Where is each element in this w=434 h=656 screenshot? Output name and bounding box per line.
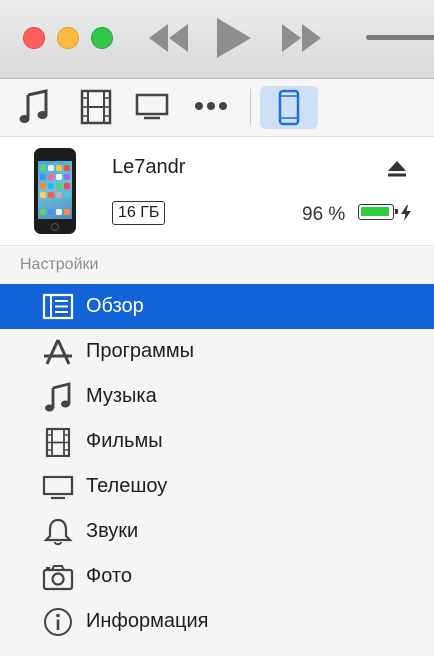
capacity-badge: 16 ГБ	[112, 201, 166, 225]
sidebar-item-label: Информация	[86, 610, 209, 632]
sidebar-item-summary[interactable]: Обзор	[0, 284, 434, 329]
device-summary-panel	[0, 137, 434, 246]
sidebar-item-label: Телешоу	[86, 475, 168, 497]
sidebar-item-label: Обзор	[86, 295, 144, 317]
sidebar-item-label: Звуки	[86, 520, 139, 542]
apps-icon	[42, 337, 74, 367]
device-image	[34, 148, 76, 234]
sidebar-item-label: Фото	[86, 565, 132, 587]
sidebar-item-label: Программы	[86, 340, 195, 362]
charging-bolt-icon	[400, 204, 412, 227]
summary-icon	[42, 292, 74, 322]
info-icon	[42, 607, 74, 637]
sidebar-item-info[interactable]: Информация	[0, 599, 434, 644]
settings-nav: Обзор Программы Музыка Фильмы Телешоу Зв…	[0, 284, 434, 644]
battery-icon	[358, 204, 398, 220]
toolbar-divider	[250, 89, 251, 125]
device-icon[interactable]	[260, 86, 318, 129]
sidebar-item-label: Музыка	[86, 385, 157, 407]
close-button[interactable]	[23, 27, 45, 49]
title-bar	[0, 0, 434, 79]
sidebar-item-tones[interactable]: Звуки	[0, 509, 434, 554]
eject-icon[interactable]	[387, 160, 407, 183]
film-icon	[42, 427, 74, 457]
sidebar-item-tv-shows[interactable]: Телешоу	[0, 464, 434, 509]
rewind-icon[interactable]	[146, 18, 190, 58]
play-icon[interactable]	[213, 16, 253, 60]
media-toolbar	[0, 79, 434, 137]
sidebar-item-music[interactable]: Музыка	[0, 374, 434, 419]
volume-slider[interactable]	[366, 35, 434, 40]
battery-level-fill	[361, 207, 389, 216]
camera-icon	[42, 562, 74, 592]
minimize-button[interactable]	[57, 27, 79, 49]
music-icon[interactable]	[18, 89, 52, 125]
settings-section-header: Настройки	[20, 256, 99, 273]
tv-icon[interactable]	[135, 93, 169, 121]
bell-icon	[42, 517, 74, 547]
battery-percentage: 96 %	[302, 204, 346, 225]
sidebar-item-movies[interactable]: Фильмы	[0, 419, 434, 464]
more-icon[interactable]	[193, 99, 229, 113]
fast-forward-icon[interactable]	[280, 18, 324, 58]
music-note-icon	[42, 382, 74, 412]
sidebar-item-label: Фильмы	[86, 430, 163, 452]
device-name: Le7andr	[112, 156, 186, 178]
sidebar-item-apps[interactable]: Программы	[0, 329, 434, 374]
tv-shows-icon	[42, 472, 74, 502]
movies-icon[interactable]	[80, 89, 112, 125]
maximize-button[interactable]	[91, 27, 113, 49]
sidebar-item-photos[interactable]: Фото	[0, 554, 434, 599]
